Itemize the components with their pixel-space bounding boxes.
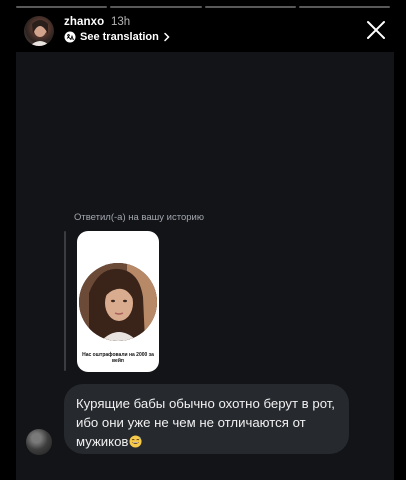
see-translation-link[interactable]: See translation xyxy=(64,31,176,43)
progress-segment xyxy=(110,6,202,8)
grinning-sweat-emoji-icon xyxy=(129,435,142,448)
message-bubble[interactable]: Курящие бабы обычно охотно берут в рот, … xyxy=(64,384,349,454)
progress-segment xyxy=(298,6,390,8)
sender-avatar[interactable] xyxy=(26,429,52,455)
username[interactable]: zhanxo xyxy=(64,16,104,28)
story-progress-bar xyxy=(16,6,390,8)
avatar[interactable] xyxy=(24,16,54,46)
quote-bar xyxy=(64,231,66,371)
message-text: Курящие бабы обычно охотно берут в рот, … xyxy=(76,396,335,449)
chevron-right-icon xyxy=(164,32,170,42)
story-thumbnail[interactable]: Нас оштрафовали на 2000 за вейп xyxy=(77,231,159,372)
close-icon xyxy=(367,21,385,39)
story-header: zhanxo 13h See translation xyxy=(24,14,388,48)
replied-to-story-label: Ответил(-а) на вашу историю xyxy=(74,212,204,223)
see-translation-label: See translation xyxy=(80,31,159,43)
story-photo xyxy=(79,263,157,341)
progress-segment xyxy=(16,6,108,8)
timestamp: 13h xyxy=(111,16,131,28)
translate-icon xyxy=(64,31,76,43)
story-reply-screen: zhanxo 13h See translation Ответил(-а) н… xyxy=(0,0,406,480)
close-button[interactable] xyxy=(364,18,388,42)
progress-segment xyxy=(204,6,296,8)
story-caption: Нас оштрафовали на 2000 за вейп xyxy=(82,352,154,364)
